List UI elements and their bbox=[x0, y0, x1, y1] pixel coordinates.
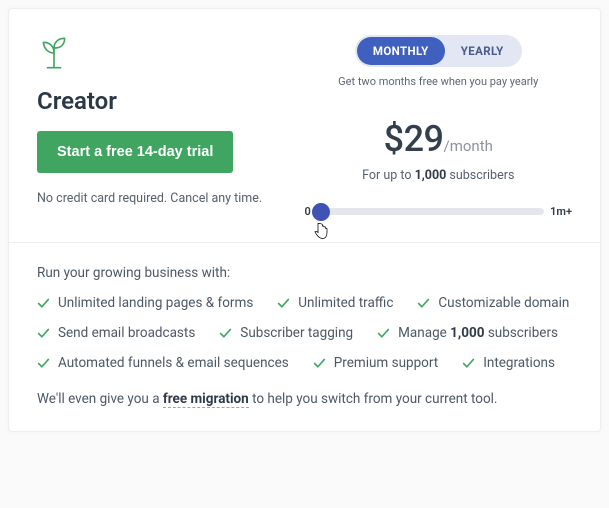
feature-item: Customizable domain bbox=[417, 295, 569, 311]
features-section: Run your growing business with: Unlimite… bbox=[9, 243, 600, 431]
features-list: Unlimited landing pages & forms Unlimite… bbox=[37, 295, 572, 371]
feature-item: Unlimited landing pages & forms bbox=[37, 295, 253, 311]
pricing-controls: MONTHLY YEARLY Get two months free when … bbox=[305, 35, 573, 218]
price-for: For up to 1,000 subscribers bbox=[305, 168, 573, 183]
price-amount: $29 bbox=[384, 118, 444, 160]
slider-thumb[interactable] bbox=[312, 203, 330, 221]
features-heading: Run your growing business with: bbox=[37, 265, 572, 281]
feature-label: Send email broadcasts bbox=[58, 325, 195, 341]
slider-max-label: 1m+ bbox=[550, 205, 572, 218]
slider-min-label: 0 bbox=[305, 205, 311, 218]
price-period: /month bbox=[444, 137, 493, 155]
feature-item: Integrations bbox=[462, 355, 555, 371]
billing-monthly[interactable]: MONTHLY bbox=[357, 37, 445, 65]
feature-item: Manage 1,000 subscribers bbox=[377, 325, 558, 341]
feature-item: Premium support bbox=[313, 355, 438, 371]
feature-label: Premium support bbox=[334, 355, 438, 371]
feature-label: Integrations bbox=[483, 355, 555, 371]
billing-toggle: MONTHLY YEARLY bbox=[355, 35, 522, 67]
price: $29/month bbox=[305, 118, 573, 160]
plan-name: Creator bbox=[37, 87, 305, 115]
plan-info: Creator Start a free 14-day trial No cre… bbox=[37, 35, 305, 218]
feature-label: Unlimited traffic bbox=[298, 295, 393, 311]
migration-prefix: We'll even give you a bbox=[37, 391, 163, 407]
feature-label: Automated funnels & email sequences bbox=[58, 355, 289, 371]
yearly-note: Get two months free when you pay yearly bbox=[305, 75, 573, 88]
cursor-icon bbox=[313, 222, 329, 244]
billing-yearly[interactable]: YEARLY bbox=[445, 37, 520, 65]
feature-label: Subscriber tagging bbox=[240, 325, 353, 341]
feature-item: Unlimited traffic bbox=[277, 295, 393, 311]
feature-label: Customizable domain bbox=[438, 295, 569, 311]
free-migration-link[interactable]: free migration bbox=[163, 391, 249, 408]
feature-label: Manage 1,000 subscribers bbox=[398, 325, 558, 341]
trial-disclaimer: No credit card required. Cancel any time… bbox=[37, 191, 305, 206]
feature-item: Automated funnels & email sequences bbox=[37, 355, 289, 371]
price-for-prefix: For up to bbox=[362, 168, 414, 183]
price-for-suffix: subscribers bbox=[446, 168, 514, 183]
migration-note: We'll even give you a free migration to … bbox=[37, 391, 572, 407]
feature-item: Send email broadcasts bbox=[37, 325, 195, 341]
feature-item: Subscriber tagging bbox=[219, 325, 353, 341]
start-trial-button[interactable]: Start a free 14-day trial bbox=[37, 131, 233, 173]
migration-suffix: to help you switch from your current too… bbox=[249, 391, 498, 407]
pricing-top: Creator Start a free 14-day trial No cre… bbox=[9, 9, 600, 243]
feature-label: Unlimited landing pages & forms bbox=[58, 295, 253, 311]
slider-track[interactable] bbox=[317, 208, 544, 215]
plant-icon bbox=[37, 35, 305, 75]
price-for-count: 1,000 bbox=[415, 168, 447, 183]
pricing-card: Creator Start a free 14-day trial No cre… bbox=[8, 8, 601, 432]
subscriber-slider[interactable]: 0 1m+ bbox=[305, 205, 573, 218]
